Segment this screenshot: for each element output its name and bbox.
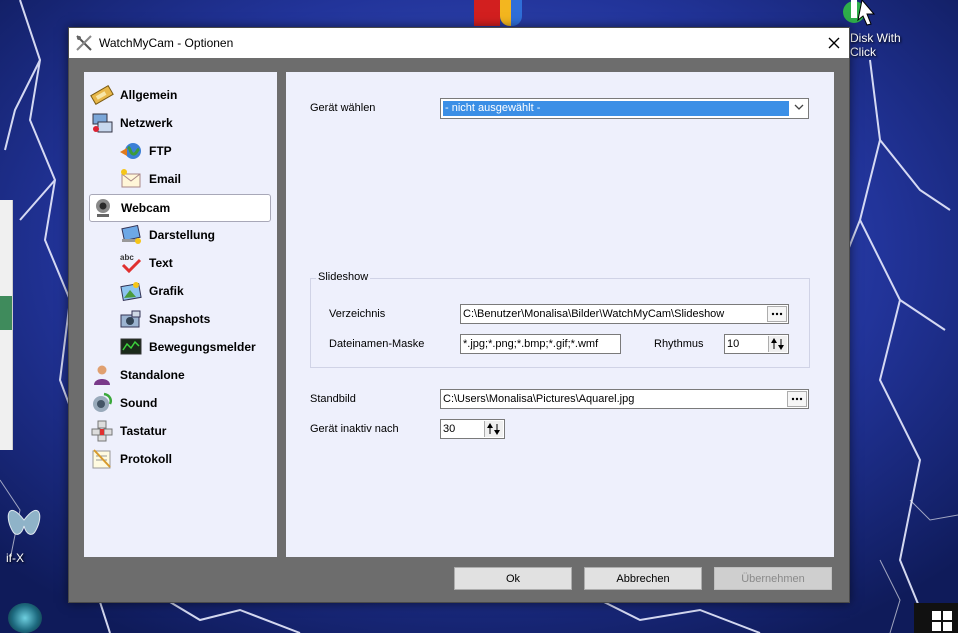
sidebar-item-allgemein[interactable]: Allgemein (90, 82, 270, 108)
dialog-title: WatchMyCam - Optionen (99, 36, 234, 50)
sidebar-item-snapshots[interactable]: Snapshots (119, 306, 269, 332)
sidebar-item-label: Allgemein (120, 88, 178, 102)
sidebar-item-label: Darstellung (149, 228, 216, 242)
user-icon (94, 365, 110, 385)
background-window-strip (0, 296, 12, 330)
background-window (0, 200, 13, 450)
sidebar-item-ftp[interactable]: FTP (119, 138, 269, 164)
device-selected-value: - nicht ausgewählt - (443, 101, 789, 116)
browse-directory-button[interactable] (767, 306, 787, 322)
filemask-label: Dateinamen-Maske (329, 338, 425, 350)
webcam-settings-panel: Gerät wählen - nicht ausgewählt - Slides… (286, 72, 834, 557)
device-label: Gerät wählen (310, 102, 376, 114)
envelope-icon (121, 169, 141, 188)
apply-button[interactable]: Übernehmen (714, 567, 832, 590)
title-bar[interactable]: WatchMyCam - Optionen (69, 28, 849, 58)
sidebar-item-darstellung[interactable]: Darstellung (119, 222, 269, 248)
sidebar-item-webcam[interactable]: Webcam (89, 194, 271, 222)
directory-field[interactable]: C:\Benutzer\Monalisa\Bilder\WatchMyCam\S… (460, 304, 789, 324)
speaker-icon (93, 392, 112, 412)
film-strip-icon (90, 84, 114, 106)
spin-updown-icon (771, 338, 784, 350)
sidebar-item-standalone[interactable]: Standalone (90, 362, 270, 388)
rhythm-label: Rhythmus (654, 338, 704, 350)
sidebar-item-label: Text (149, 256, 173, 270)
desktop-icon-label: Click (850, 45, 876, 59)
butterfly-icon (7, 509, 41, 535)
desktop-icon-label: Disk With (850, 31, 901, 45)
camera-icon (120, 310, 141, 328)
sidebar-item-tastatur[interactable]: Tastatur (90, 418, 270, 444)
inactive-spinner[interactable]: 30 (440, 419, 505, 439)
sidebar-item-label: Snapshots (149, 312, 211, 326)
windows-logo-icon (932, 611, 952, 631)
ellipsis-icon (791, 397, 803, 401)
disk-click-icon (843, 0, 876, 26)
sidebar-item-email[interactable]: Email (119, 166, 269, 192)
options-dialog: WatchMyCam - Optionen Allgemein Netzwerk… (68, 27, 850, 603)
sidebar-item-label: Sound (120, 396, 158, 410)
inactive-spin-buttons[interactable] (484, 421, 503, 437)
windows-start-icon[interactable] (914, 603, 958, 633)
sidebar-item-protokoll[interactable]: Protokoll (90, 446, 270, 472)
notepad-icon (92, 449, 111, 469)
sidebar-item-sound[interactable]: Sound (90, 390, 270, 416)
sidebar-item-netzwerk[interactable]: Netzwerk (90, 110, 270, 136)
cancel-button[interactable]: Abbrechen (584, 567, 702, 590)
device-select[interactable]: - nicht ausgewählt - (440, 98, 809, 119)
directory-label: Verzeichnis (329, 308, 386, 320)
disk-with-click-shortcut[interactable]: Disk With Click (836, 0, 946, 60)
keyboard-icon (91, 420, 113, 442)
sidebar-item-bewegungsmelder[interactable]: Bewegungsmelder (119, 334, 274, 360)
globe-icon (120, 143, 141, 159)
image-icon (120, 282, 142, 302)
browse-still-image-button[interactable] (787, 391, 807, 407)
spin-updown-icon (487, 423, 500, 435)
sidebar-item-label: Email (149, 172, 182, 186)
still-image-value: C:\Users\Monalisa\Pictures\Aquarel.jpg (443, 393, 635, 405)
options-sidebar: Allgemein Netzwerk FTP Email Webcam Dars… (84, 72, 277, 557)
chevron-down-icon (794, 104, 804, 110)
gif-x-shortcut[interactable]: if-X (0, 500, 60, 570)
network-icon (92, 113, 113, 133)
desktop-shortcut-icon[interactable] (474, 0, 522, 26)
filemask-field[interactable]: *.jpg;*.png;*.bmp;*.gif;*.wmf (460, 334, 621, 354)
inactive-label: Gerät inaktiv nach (310, 423, 399, 435)
abc-check-icon: abc (120, 253, 142, 274)
inactive-value: 30 (443, 423, 456, 435)
sidebar-item-grafik[interactable]: Grafik (119, 278, 269, 304)
desktop-icon-label: if-X (6, 551, 24, 565)
directory-value: C:\Benutzer\Monalisa\Bilder\WatchMyCam\S… (463, 308, 725, 320)
close-button[interactable] (819, 28, 849, 58)
sidebar-item-label: Tastatur (120, 424, 167, 438)
sidebar-item-text[interactable]: abc Text (119, 250, 269, 276)
ok-button[interactable]: Ok (454, 567, 572, 590)
rhythm-spin-buttons[interactable] (768, 336, 787, 352)
still-image-label: Standbild (310, 393, 356, 405)
sidebar-item-label: Standalone (120, 368, 185, 382)
slideshow-group-title: Slideshow (316, 271, 371, 283)
still-image-field[interactable]: C:\Users\Monalisa\Pictures\Aquarel.jpg (440, 389, 809, 409)
sidebar-item-label: Grafik (149, 284, 184, 298)
shield-icon (474, 0, 500, 26)
webcam-icon (96, 199, 110, 217)
sidebar-item-label: FTP (149, 144, 172, 158)
watchmycam-app-icon (76, 35, 92, 51)
windows-shield-icon (500, 0, 522, 26)
sidebar-item-label: Webcam (121, 201, 171, 215)
camera-shortcut-icon[interactable] (8, 603, 42, 633)
svg-text:abc: abc (120, 253, 134, 262)
sidebar-item-label: Bewegungsmelder (149, 340, 256, 354)
sidebar-item-label: Netzwerk (120, 116, 173, 130)
sidebar-item-label: Protokoll (120, 452, 173, 466)
close-icon (828, 37, 840, 49)
ellipsis-icon (771, 312, 783, 316)
display-icon (121, 224, 141, 244)
rhythm-value: 10 (727, 338, 740, 350)
rhythm-spinner[interactable]: 10 (724, 334, 789, 354)
motion-monitor-icon (120, 338, 142, 355)
filemask-value: *.jpg;*.png;*.bmp;*.gif;*.wmf (463, 338, 599, 350)
